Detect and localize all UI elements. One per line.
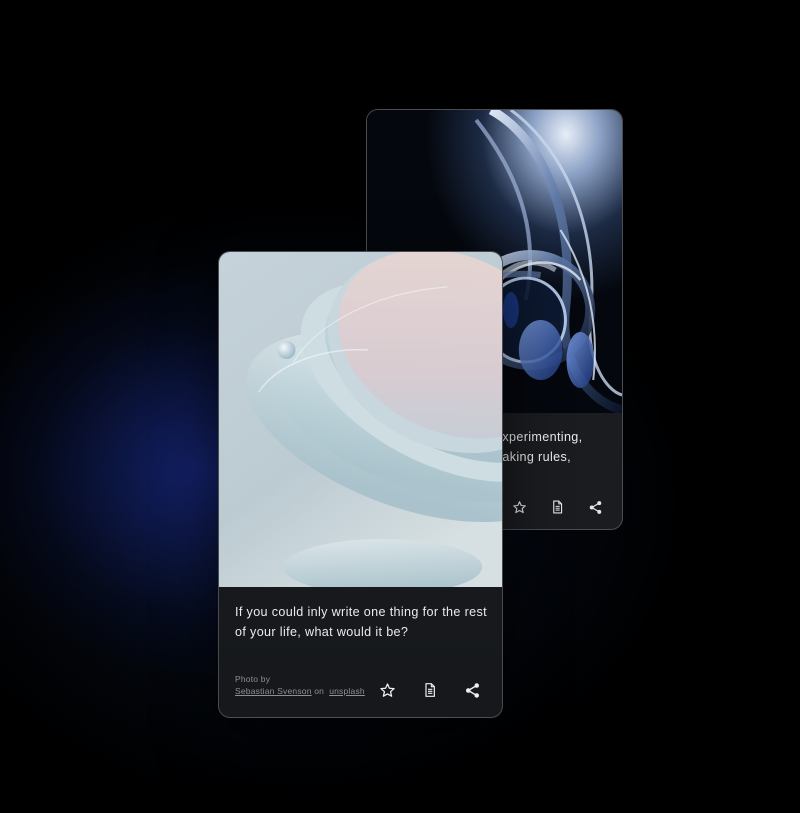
share-icon	[589, 500, 601, 514]
front-card-question-line2: of your life, what would it be?	[235, 625, 409, 639]
back-card-document-button[interactable]	[545, 495, 569, 519]
on-label: on	[314, 686, 325, 696]
star-button[interactable]	[375, 678, 399, 702]
photo-credit: Photo by Sebastian Svenson on unsplash	[235, 673, 365, 697]
front-card-question-line1: If you could inly write one thing for th…	[235, 605, 488, 619]
stage: experimenting, eaking rules, If you coul…	[0, 0, 800, 813]
back-card-share-button[interactable]	[583, 495, 607, 519]
document-icon	[552, 500, 562, 514]
photo-credit-line: Sebastian Svenson on unsplash	[235, 685, 365, 697]
document-icon	[425, 683, 435, 697]
star-icon	[379, 682, 395, 697]
star-icon	[512, 500, 526, 513]
back-card-star-button[interactable]	[507, 495, 531, 519]
front-card-question: If you could inly write one thing for th…	[235, 602, 495, 642]
document-button[interactable]	[418, 678, 442, 702]
back-card-text-line2: eaking rules,	[495, 450, 571, 464]
front-card-image	[219, 252, 502, 587]
share-button[interactable]	[460, 678, 484, 702]
source-link[interactable]: unsplash	[329, 686, 365, 696]
back-card-text: experimenting, eaking rules,	[495, 427, 622, 467]
back-card-text-line1: experimenting,	[495, 430, 583, 444]
share-icon	[465, 682, 479, 698]
front-card[interactable]: If you could inly write one thing for th…	[218, 251, 503, 718]
photographer-link[interactable]: Sebastian Svenson	[235, 686, 312, 696]
photo-by-label: Photo by	[235, 674, 271, 684]
